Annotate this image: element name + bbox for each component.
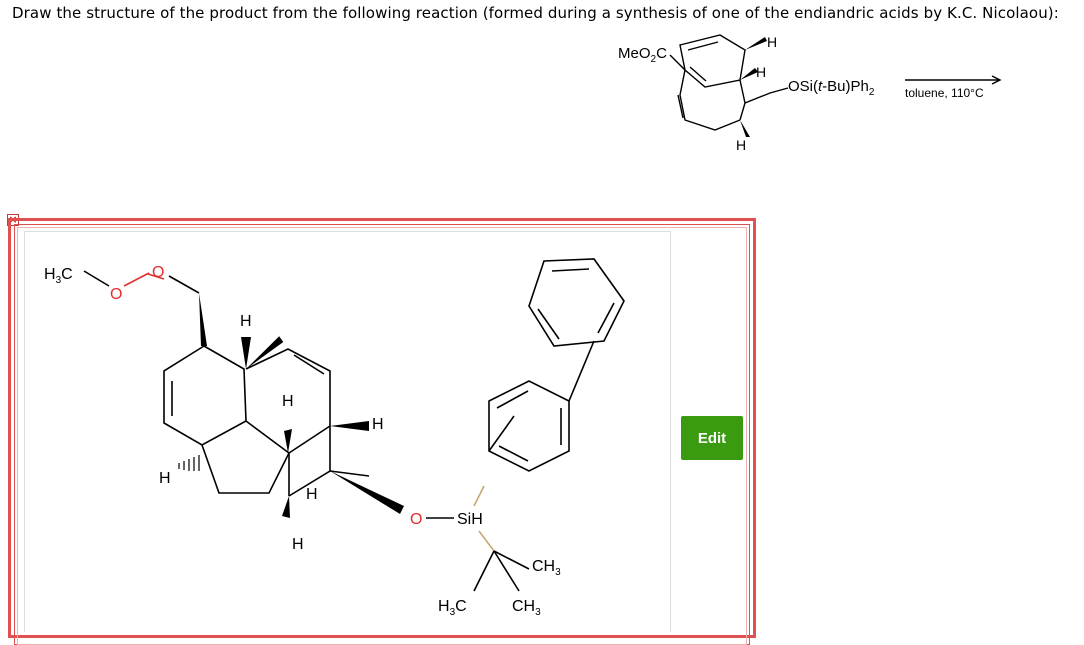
h-label-2: H xyxy=(282,393,294,410)
h-label-1: H xyxy=(240,313,252,330)
h-label-3: H xyxy=(372,416,384,433)
si-label: SiH xyxy=(457,511,483,528)
ester-oxygen-2: O xyxy=(152,264,164,281)
hashed-bond xyxy=(178,455,200,471)
wedge-5 xyxy=(282,496,290,518)
wedge-bond-bottom xyxy=(740,120,750,137)
wedge-1 xyxy=(199,293,207,346)
ester-label: MeO2C xyxy=(618,45,667,65)
wedge-2 xyxy=(241,337,251,369)
silyl-group: OSi(t-Bu)Ph2 xyxy=(788,78,875,98)
h-label-top: H xyxy=(767,34,777,50)
h-label-6: H xyxy=(292,536,304,553)
ch3-bottom: CH3 xyxy=(512,598,541,618)
reaction-scheme: MeO2C H H H OSi(t-Bu)Ph2 toluene, 110°C xyxy=(618,34,1002,153)
h-label-mid: H xyxy=(756,64,766,80)
h-label-bottom: H xyxy=(736,137,746,153)
wedge-6 xyxy=(330,421,369,431)
h3c-bottom: H3C xyxy=(438,598,467,618)
ch3-right: CH3 xyxy=(532,558,561,578)
product-structure: H3C O O H H H H H H O SiH CH3 H3C CH3 xyxy=(44,258,625,618)
ester-oxygen-1: O xyxy=(110,286,122,303)
edit-button[interactable]: Edit xyxy=(681,416,743,460)
reaction-conditions: toluene, 110°C xyxy=(905,86,984,100)
silyl-oxygen: O xyxy=(410,511,422,528)
question-text: Draw the structure of the product from t… xyxy=(12,4,1059,22)
h-label-4: H xyxy=(159,470,171,487)
wedge-bond-top xyxy=(745,37,767,50)
wedge-7 xyxy=(330,471,404,514)
h-label-5: H xyxy=(306,486,318,503)
methyl-label: H3C xyxy=(44,266,73,286)
